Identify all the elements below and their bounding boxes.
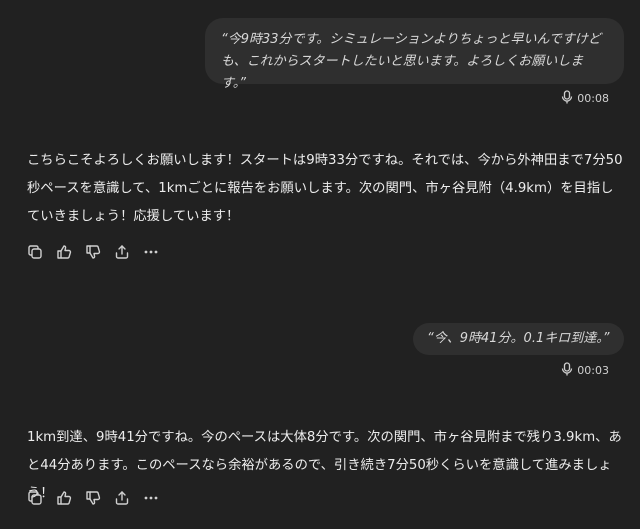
copy-icon[interactable]: [26, 489, 43, 506]
share-icon[interactable]: [113, 489, 130, 506]
microphone-icon: [561, 89, 573, 107]
thumbs-down-icon[interactable]: [84, 489, 101, 506]
user-message-bubble: “今9時33分です。シミュレーションよりちょっと早いんですけども、これからスター…: [205, 18, 624, 91]
voice-duration: 00:03: [577, 363, 609, 377]
thumbs-up-icon[interactable]: [55, 243, 72, 260]
message-actions: [26, 243, 159, 260]
user-message-bubble: “今、9時41分。0.1キロ到達。”: [413, 323, 624, 355]
voice-message-meta: 00:08: [561, 89, 609, 107]
voice-duration: 00:08: [577, 91, 609, 105]
message-actions: [26, 489, 159, 506]
copy-icon[interactable]: [26, 243, 43, 260]
assistant-message-text: こちらこそよろしくお願いします！スタートは9時33分ですね。それでは、今から外神…: [27, 153, 623, 224]
more-icon[interactable]: [142, 489, 159, 506]
share-icon[interactable]: [113, 243, 130, 260]
thumbs-down-icon[interactable]: [84, 243, 101, 260]
user-message-text: “今9時33分です。シミュレーションよりちょっと早いんですけども、これからスター…: [221, 32, 601, 91]
voice-message-meta: 00:03: [561, 361, 609, 379]
thumbs-up-icon[interactable]: [55, 489, 72, 506]
user-message-text: “今、9時41分。0.1キロ到達。”: [427, 331, 610, 346]
more-icon[interactable]: [142, 243, 159, 260]
microphone-icon: [561, 361, 573, 379]
